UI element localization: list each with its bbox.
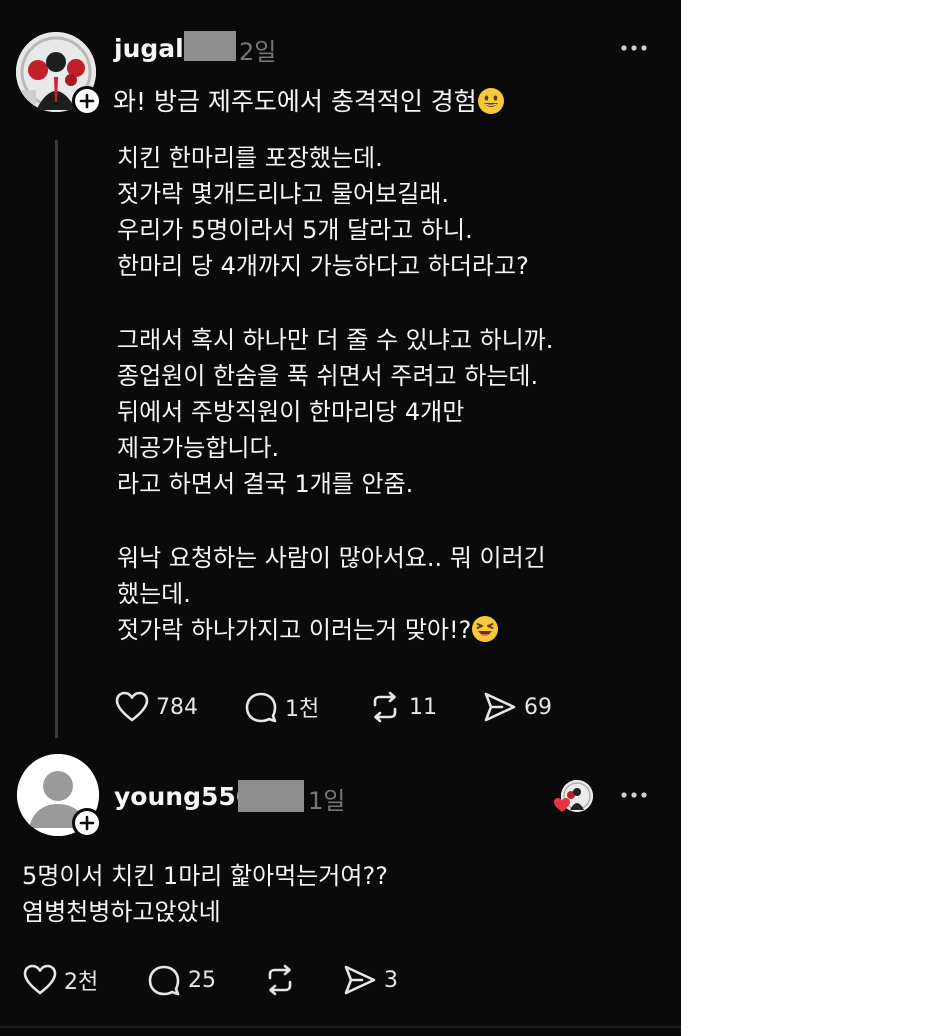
plus-icon xyxy=(79,93,95,109)
post-line: 했는데. xyxy=(117,580,191,608)
threads-feed: jugal 2일 와! 방금 제주도에서 충격적인 경험 치킨 한마리를 포장했… xyxy=(0,0,681,1036)
reply-repost-button[interactable] xyxy=(262,963,298,997)
plus-icon xyxy=(79,815,95,831)
comment-button[interactable]: 1천 xyxy=(243,690,319,724)
comment-count: 1천 xyxy=(285,697,320,722)
heart-icon xyxy=(23,964,57,995)
more-dots-icon xyxy=(621,45,647,51)
repost-button[interactable]: 11 xyxy=(367,690,437,724)
divider xyxy=(0,1026,681,1028)
post-line-last: 젓가락 하나가지고 이러는거 맞아!? xyxy=(117,612,546,648)
author-liked-heart-icon xyxy=(553,797,571,813)
reply-time: 1일 xyxy=(308,787,346,815)
post-username[interactable]: jugal xyxy=(114,34,184,63)
post-line: 젓가락 하나가지고 이러는거 맞아!? xyxy=(117,616,472,644)
reply-body: 5명이서 치킨 1마리 핥아먹는거여?? 염병천병하고앉았네 xyxy=(22,858,388,930)
reply-comment-button[interactable]: 25 xyxy=(146,963,216,997)
reply-like-button[interactable]: 2천 xyxy=(22,963,98,997)
like-button[interactable]: 784 xyxy=(114,690,198,724)
reply-line: 5명이서 치킨 1마리 핥아먹는거여?? xyxy=(22,862,388,890)
post-time: 2일 xyxy=(239,38,277,66)
post-line: 우리가 5명이라서 5개 달라고 하니. xyxy=(117,216,473,244)
post-line: 한마리 당 4개까지 가능하다고 하더라고? xyxy=(117,252,529,280)
comment-bubble-icon xyxy=(245,692,277,723)
reply-share-button[interactable]: 3 xyxy=(342,963,398,997)
share-button[interactable]: 69 xyxy=(482,690,552,724)
reply-comment-count: 25 xyxy=(188,967,216,993)
thread-connector-line xyxy=(55,140,58,738)
more-dots-icon xyxy=(621,792,647,798)
post-paragraph-3: 워낙 요청하는 사람이 많아서요.. 뭐 이러긴 했는데. 젓가락 하나가지고 … xyxy=(117,540,546,648)
post-line: 라고 하면서 결국 1개를 안줌. xyxy=(117,470,414,498)
post-line: 그래서 혹시 하나만 더 줄 수 있냐고 하니까. xyxy=(117,326,554,354)
comment-bubble-icon xyxy=(148,965,180,996)
follow-button[interactable] xyxy=(72,86,102,116)
repost-icon xyxy=(268,964,292,996)
post-line: 제공가능합니다. xyxy=(117,434,280,462)
reply-share-count: 3 xyxy=(384,967,398,993)
post-line: 워낙 요청하는 사람이 많아서요.. 뭐 이러긴 xyxy=(117,544,546,572)
username-redaction xyxy=(184,31,236,61)
like-count: 784 xyxy=(156,694,198,720)
reply-follow-button[interactable] xyxy=(72,808,102,838)
send-icon xyxy=(484,692,516,722)
post-paragraph-1: 치킨 한마리를 포장했는데. 젓가락 몇개드리냐고 물어보길래. 우리가 5명이… xyxy=(117,140,529,284)
share-count: 69 xyxy=(524,694,552,720)
post-paragraph-2: 그래서 혹시 하나만 더 줄 수 있냐고 하니까. 종업원이 한숨을 푹 쉬면서… xyxy=(117,322,553,502)
reply-like-count: 2천 xyxy=(64,970,99,995)
repost-icon xyxy=(373,691,397,723)
post-more-button[interactable] xyxy=(620,40,648,59)
send-icon xyxy=(344,965,376,995)
grinning-face-emoji xyxy=(477,87,505,115)
laughing-face-emoji xyxy=(471,615,499,643)
reply-username[interactable]: young556 xyxy=(114,782,253,811)
username-redaction xyxy=(238,780,304,812)
post-line: 젓가락 몇개드리냐고 물어보길래. xyxy=(117,180,450,208)
post-line: 뒤에서 주방직원이 한마리당 4개만 xyxy=(117,398,465,426)
heart-icon xyxy=(115,691,149,722)
reply-line: 염병천병하고앉았네 xyxy=(22,898,221,926)
reply-more-button[interactable] xyxy=(620,787,648,806)
post-headline-text: 와! 방금 제주도에서 충격적인 경험 xyxy=(113,87,477,116)
post-line: 종업원이 한숨을 푹 쉬면서 주려고 하는데. xyxy=(117,362,539,390)
post-headline: 와! 방금 제주도에서 충격적인 경험 xyxy=(113,82,505,118)
repost-count: 11 xyxy=(409,694,437,720)
post-line: 치킨 한마리를 포장했는데. xyxy=(117,144,383,172)
